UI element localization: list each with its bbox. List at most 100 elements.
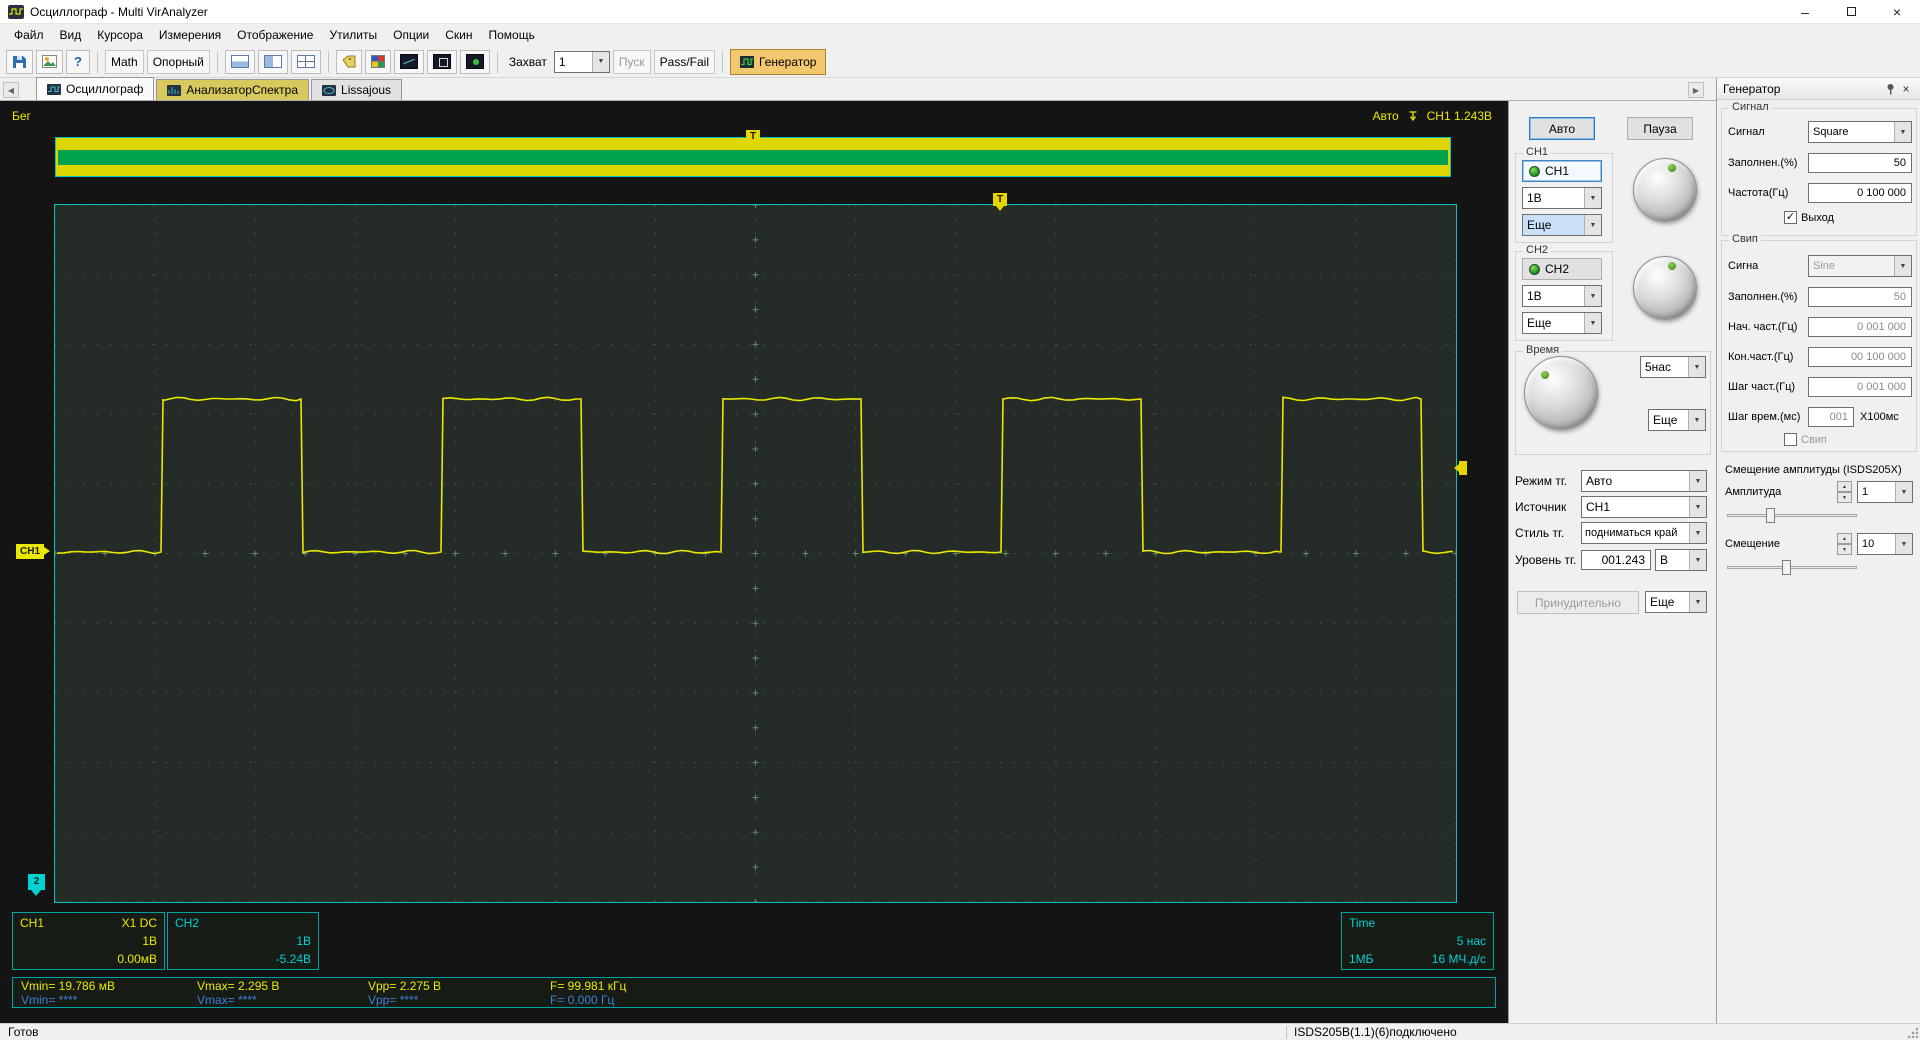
signal-type-select[interactable]: Square ▼ [1808, 121, 1912, 143]
color-grid-button[interactable] [364, 49, 391, 74]
menu-utilities[interactable]: Утилиты [321, 26, 385, 44]
generator-toggle-button[interactable]: Генератор [730, 48, 827, 75]
chevron-down-icon: ▼ [1584, 313, 1601, 333]
menu-cursors[interactable]: Курсора [89, 26, 151, 44]
save-button[interactable] [6, 49, 33, 74]
sweep-duty-input[interactable]: 50 [1808, 287, 1912, 307]
tab-scroll-right[interactable]: ▶ [1688, 82, 1704, 98]
timebase-knob[interactable] [1524, 356, 1598, 430]
spin-up-icon: ▲ [1837, 533, 1852, 544]
display-split-button[interactable] [257, 49, 288, 74]
tab-spectrum-analyzer[interactable]: АнализаторСпектра [156, 79, 310, 100]
trigger-style-select[interactable]: подниматься край ▼ [1581, 522, 1707, 544]
ch2-scale-readout: 1В [296, 934, 311, 948]
menu-display[interactable]: Отображение [229, 26, 321, 44]
step-time-unit: X100мс [1860, 411, 1899, 423]
trigger-level-input[interactable]: 001.243 [1581, 550, 1651, 570]
close-button[interactable]: × [1874, 0, 1920, 23]
help-button[interactable]: ? [66, 49, 90, 74]
spectrum-tab-icon [167, 84, 182, 96]
pin-panel-button[interactable] [1882, 81, 1898, 97]
amplitude-select[interactable]: 1 ▼ [1857, 481, 1913, 503]
trigger-mode-select[interactable]: Авто ▼ [1581, 470, 1707, 492]
sweep-signal-select[interactable]: Sine ▼ [1808, 255, 1912, 277]
tab-oscilloscope[interactable]: Осциллограф [36, 77, 155, 100]
ch2-more-select[interactable]: Еще ▼ [1522, 312, 1602, 334]
duty-input[interactable]: 50 [1808, 153, 1912, 173]
trigger-position-flag[interactable]: T [746, 130, 760, 148]
image-icon [42, 55, 57, 68]
menu-measure[interactable]: Измерения [151, 26, 229, 44]
maximize-button[interactable] [1828, 0, 1874, 23]
ch1-scale-select[interactable]: 1В ▼ [1522, 187, 1602, 209]
trigger-level-marker[interactable] [1450, 461, 1467, 475]
app-window: Осциллограф - Multi VirAnalyzer – × Файл… [0, 0, 1920, 1040]
timebase-select[interactable]: 5нас ▼ [1640, 356, 1706, 378]
resize-grip[interactable] [1906, 1026, 1918, 1038]
reference-button[interactable]: Опорный [146, 49, 210, 74]
frequency-input[interactable]: 0 100 000 [1808, 183, 1912, 203]
passfail-button[interactable]: Pass/Fail [653, 49, 716, 74]
math-button[interactable]: Math [105, 49, 144, 74]
line-style-square-button[interactable] [426, 49, 457, 74]
close-panel-button[interactable]: × [1898, 81, 1914, 97]
force-trigger-button[interactable]: Принудительно [1517, 591, 1639, 614]
menu-help[interactable]: Помощь [480, 26, 542, 44]
measurement-panel: Vmin= 19.786 мВ Vmax= 2.295 В Vpp= 2.275… [12, 977, 1496, 1008]
tab-bar: ◀ Осциллограф АнализаторСпектра Lissajou… [0, 77, 1716, 101]
help-icon: ? [74, 54, 82, 69]
ch2-scale-select[interactable]: 1В ▼ [1522, 285, 1602, 307]
sweep-checkbox[interactable]: ✓ [1784, 433, 1797, 446]
trigger-more-select[interactable]: Еще ▼ [1645, 591, 1707, 613]
step-freq-input[interactable]: 0 001 000 [1808, 377, 1912, 397]
trigger-time-flag[interactable]: T [993, 193, 1007, 211]
ch2-group: CH2 CH2 1В ▼ Еще ▼ [1515, 244, 1613, 341]
generator-panel: Генератор × Сигнал Сигнал Square ▼ Заполн… [1716, 78, 1920, 1023]
ch1-position-knob[interactable] [1633, 158, 1697, 222]
measurement-row-ch2: Vmin= **** Vmax= **** Vpp= **** F= 0.000… [21, 993, 1495, 1007]
step-time-input[interactable]: 001 [1808, 407, 1854, 427]
amplitude-spinner[interactable]: ▲ ▼ [1837, 481, 1852, 503]
menu-skin[interactable]: Скин [437, 26, 480, 44]
export-image-button[interactable] [36, 49, 63, 74]
time-more-select[interactable]: Еще ▼ [1648, 409, 1706, 431]
chevron-down-icon: ▼ [1689, 523, 1706, 543]
dot-style-button[interactable] [459, 49, 490, 74]
label-button[interactable] [335, 49, 362, 74]
pause-button[interactable]: Пауза [1627, 117, 1693, 140]
vmax-ch2: Vmax= **** [197, 993, 257, 1007]
offset-slider[interactable] [1727, 558, 1857, 576]
amplitude-slider[interactable] [1727, 506, 1857, 524]
ch2-enable-button[interactable]: CH2 [1522, 258, 1602, 280]
menu-view[interactable]: Вид [52, 26, 90, 44]
offset-spinner[interactable]: ▲ ▼ [1837, 533, 1852, 555]
minimize-button[interactable]: – [1782, 0, 1828, 23]
toolbar-separator [496, 50, 498, 73]
line-style-diagonal-button[interactable] [393, 49, 424, 74]
tab-scroll-left[interactable]: ◀ [3, 82, 19, 98]
menu-options[interactable]: Опции [385, 26, 437, 44]
run-auto-button[interactable]: Авто [1529, 117, 1595, 140]
slider-thumb[interactable] [1766, 508, 1775, 523]
end-freq-input[interactable]: 00 100 000 [1808, 347, 1912, 367]
start-button[interactable]: Пуск [612, 49, 651, 74]
trigger-level-unit-select[interactable]: В ▼ [1655, 549, 1707, 571]
ch1-enable-button[interactable]: CH1 [1522, 160, 1602, 182]
display-quad-button[interactable] [290, 49, 321, 74]
tab-lissajous[interactable]: Lissajous [311, 79, 403, 100]
start-freq-input[interactable]: 0 001 000 [1808, 317, 1912, 337]
capture-select[interactable]: 1 ▼ [553, 50, 610, 73]
trigger-source-select[interactable]: CH1 ▼ [1581, 496, 1707, 518]
output-checkbox[interactable]: ✓ [1784, 211, 1797, 224]
menu-bar: Файл Вид Курсора Измерения Отображение У… [0, 24, 1920, 46]
menu-file[interactable]: Файл [6, 26, 52, 44]
display-single-button[interactable] [224, 49, 255, 74]
ch1-more-select[interactable]: Еще ▼ [1522, 214, 1602, 236]
slider-thumb[interactable] [1781, 560, 1791, 575]
ch1-zero-marker[interactable]: CH1 [16, 544, 51, 559]
ch2-zero-marker[interactable]: 2 [28, 874, 45, 896]
ch2-position-knob[interactable] [1633, 256, 1697, 320]
offset-select[interactable]: 10 ▼ [1857, 533, 1913, 555]
chevron-down-icon: ▼ [591, 51, 609, 72]
spin-down-icon: ▼ [1837, 492, 1852, 503]
